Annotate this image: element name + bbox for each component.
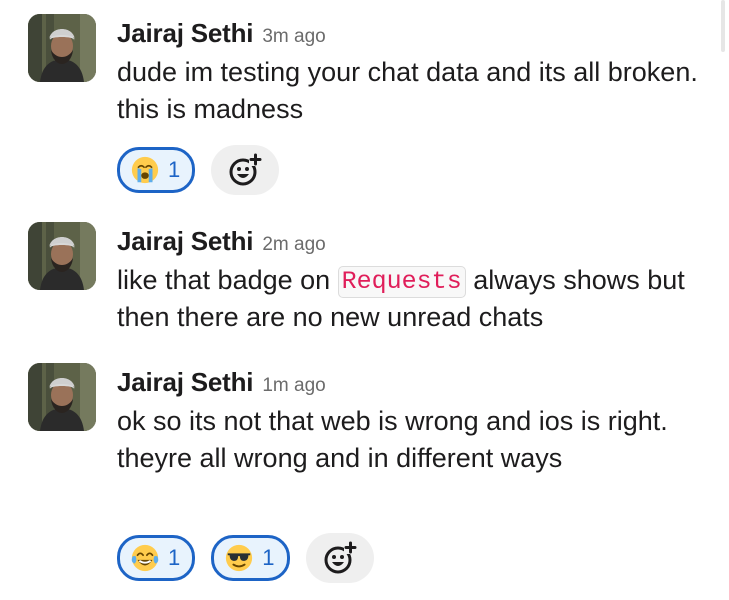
tears-of-joy-face-icon	[131, 544, 159, 572]
reaction-crying-face[interactable]: 1	[117, 147, 196, 193]
crying-face-icon	[131, 156, 159, 184]
message-timestamp[interactable]: 2m ago	[262, 234, 325, 256]
message-timestamp[interactable]: 3m ago	[262, 26, 325, 48]
reaction-count: 1	[262, 545, 275, 570]
avatar[interactable]	[28, 363, 96, 431]
reaction-sunglasses[interactable]: 1	[211, 535, 290, 581]
sunglasses-face-icon	[226, 544, 253, 572]
inline-code: Requests	[337, 266, 466, 298]
message-text: like that badge on Requests always shows…	[117, 262, 709, 336]
message-timestamp[interactable]: 1m ago	[262, 375, 325, 397]
reaction-tears-of-joy[interactable]: 1	[117, 535, 196, 581]
scrollbar[interactable]	[721, 0, 725, 52]
add-reaction-smiley-icon	[324, 541, 357, 574]
add-reaction-smiley-icon	[229, 153, 263, 186]
add-reaction-button[interactable]	[305, 533, 374, 583]
message-thread: Jairaj Sethi 3m ago dude im testing your…	[0, 0, 729, 600]
avatar[interactable]	[28, 222, 96, 290]
sender-name[interactable]: Jairaj Sethi	[117, 367, 254, 398]
message-text: dude im testing your chat data and its a…	[117, 57, 706, 124]
message-text: ok so its not that web is wrong and ios …	[117, 406, 676, 473]
reaction-bar: 1	[117, 145, 280, 195]
reaction-count: 1	[168, 157, 181, 182]
sender-name[interactable]: Jairaj Sethi	[117, 226, 254, 257]
sender-name[interactable]: Jairaj Sethi	[117, 18, 254, 49]
reaction-count: 1	[168, 545, 181, 570]
message-text-part: like that badge on	[117, 265, 338, 295]
reaction-bar: 1 1	[117, 533, 374, 583]
avatar[interactable]	[28, 14, 96, 82]
add-reaction-button[interactable]	[211, 145, 280, 195]
